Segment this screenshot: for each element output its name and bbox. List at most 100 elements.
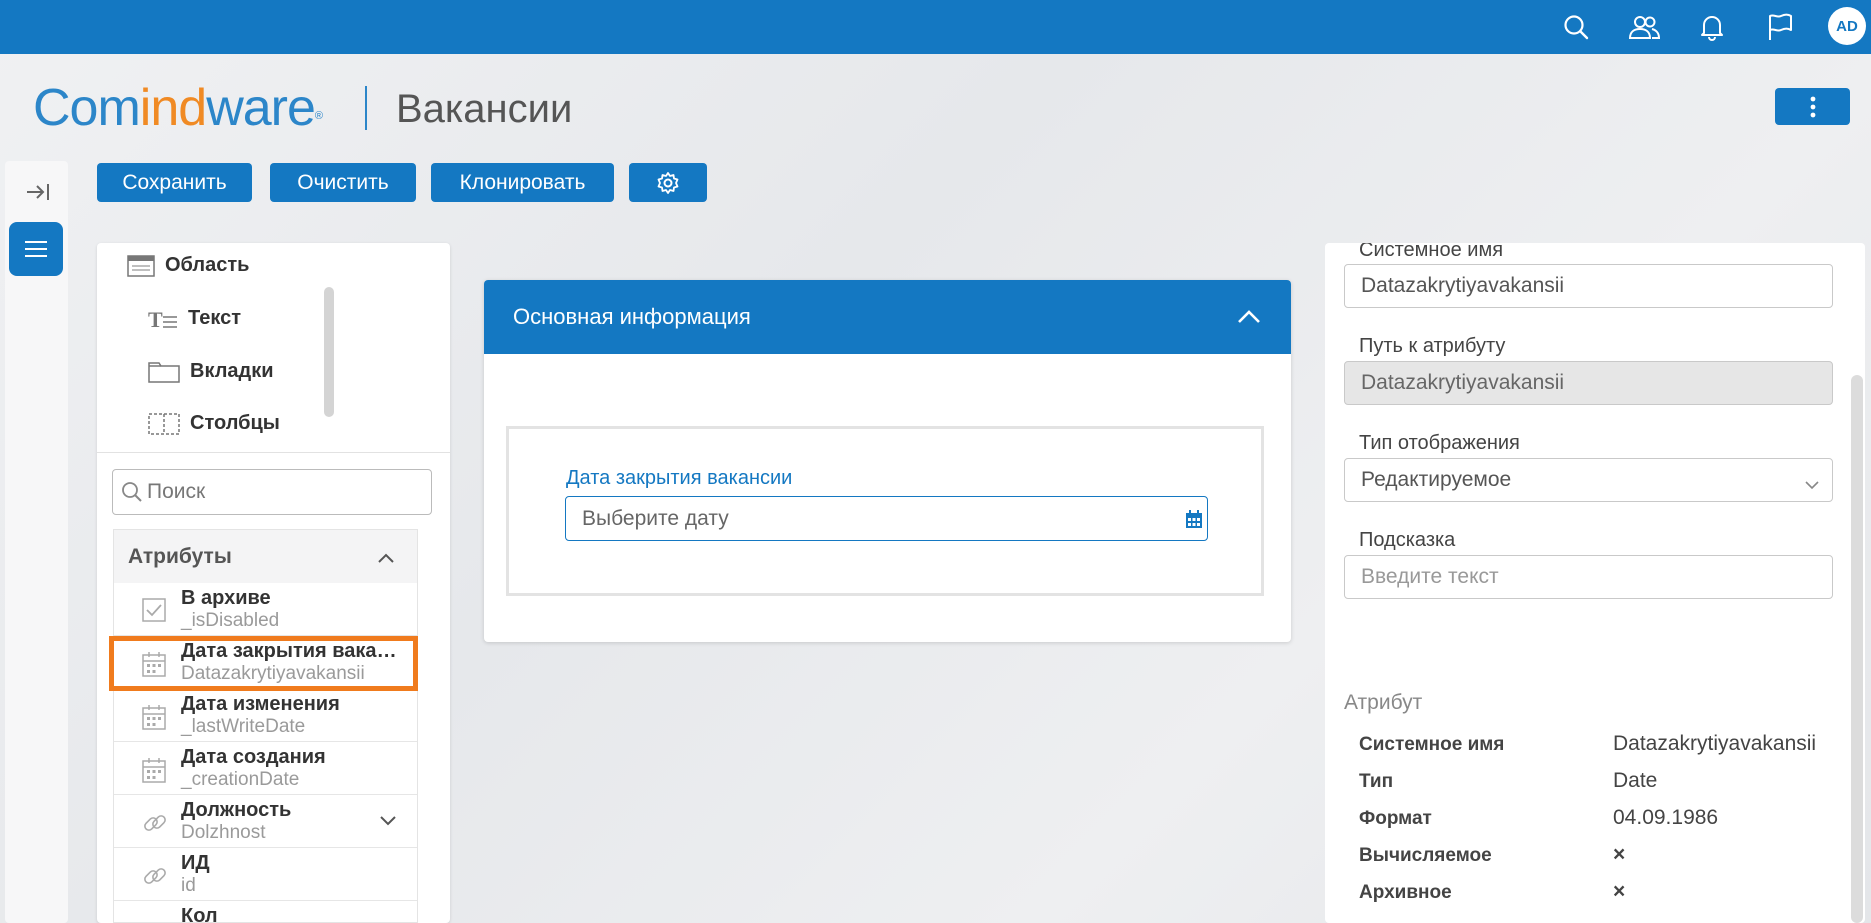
attribute-path-input: Datazakrytiyavakansii [1344, 361, 1833, 405]
palette-divider [97, 452, 450, 453]
menu-button[interactable] [9, 222, 63, 276]
info-key-format: Формат [1359, 808, 1432, 829]
palette-item-columns[interactable]: Столбцы [148, 412, 280, 435]
tabs-icon [148, 359, 180, 383]
link-icon [142, 863, 168, 894]
columns-icon [148, 412, 180, 435]
attributes-title: Атрибуты [128, 544, 232, 568]
logo-text-part2: ind [139, 79, 207, 137]
info-key-type: Тип [1359, 771, 1394, 792]
palette-item-text[interactable]: T Текст [148, 307, 241, 330]
flag-icon[interactable] [1763, 10, 1797, 44]
search-icon [122, 482, 142, 502]
chevron-up-icon[interactable] [1237, 304, 1261, 330]
section-title: Основная информация [513, 304, 751, 329]
header-divider [365, 86, 367, 130]
chevron-down-icon [1804, 473, 1820, 497]
properties-scrollbar[interactable] [1851, 375, 1863, 923]
avatar[interactable]: AD [1828, 7, 1866, 45]
text-icon: T [148, 308, 178, 330]
date-placeholder: Выберите дату [582, 506, 729, 530]
attribute-section-title: Атрибут [1344, 691, 1423, 714]
calendar-icon [142, 704, 166, 735]
attribute-name: Должность [181, 799, 292, 821]
attribute-item-last-write-date[interactable]: Дата изменения _lastWriteDate [114, 689, 417, 742]
info-value-calculated: × [1613, 843, 1626, 866]
bell-icon[interactable] [1695, 10, 1729, 44]
attributes-scrollbar[interactable] [324, 287, 334, 417]
attribute-name: Кол [181, 905, 218, 923]
info-value-format: 04.09.1986 [1613, 806, 1719, 829]
attribute-item-creation-date[interactable]: Дата создания _creationDate [114, 742, 417, 795]
more-options-button[interactable] [1775, 88, 1850, 125]
logo-text-part1: Com [33, 79, 141, 137]
palette-item-label: Вкладки [190, 359, 274, 382]
display-type-select[interactable]: Редактируемое [1344, 458, 1833, 502]
collapse-sidebar-icon[interactable] [23, 177, 53, 207]
gear-icon [657, 171, 679, 194]
info-value-system-name: Datazakrytiyavakansii [1613, 732, 1817, 755]
save-button[interactable]: Сохранить [97, 163, 252, 202]
attribute-search-input[interactable]: Поиск [112, 469, 432, 515]
system-name-input[interactable]: Datazakrytiyavakansii [1344, 264, 1833, 308]
info-key-archived: Архивное [1359, 882, 1452, 903]
attribute-name: Дата закрытия вакансии [181, 640, 401, 662]
palette-item-label: Область [165, 254, 250, 276]
clone-button[interactable]: Клонировать [431, 163, 614, 202]
attribute-item-closing-date[interactable]: Дата закрытия вакансии Datazakrytiyavaka… [114, 636, 417, 689]
page-title: Вакансии [396, 87, 573, 131]
info-value-type: Date [1613, 769, 1658, 792]
left-rail [5, 161, 68, 923]
attribute-system-name: _creationDate [181, 769, 300, 790]
components-palette: Область T Текст Вкладки Столбцы Поиск Ат… [97, 243, 450, 923]
attributes-header[interactable]: Атрибуты [114, 530, 417, 583]
attribute-item-position[interactable]: Должность Dolzhnost [114, 795, 417, 848]
field-label: Дата закрытия вакансии [566, 467, 793, 489]
chevron-down-icon[interactable] [379, 813, 397, 831]
attribute-path-label: Путь к атрибуту [1359, 335, 1506, 357]
display-type-label: Тип отображения [1359, 432, 1520, 454]
attribute-name: Дата изменения [181, 693, 340, 715]
svg-text:T: T [148, 308, 163, 330]
more-vertical-icon [1810, 96, 1815, 117]
attribute-name: В архиве [181, 587, 271, 609]
logo-registered-mark: ® [314, 110, 323, 122]
attribute-system-name: id [181, 875, 196, 896]
search-placeholder: Поиск [147, 480, 206, 503]
form-section-card: Основная информация Дата закрытия ваканс… [484, 280, 1291, 642]
attribute-system-name: _isDisabled [181, 610, 280, 631]
form-field-container[interactable]: Дата закрытия вакансии Выберите дату [506, 426, 1264, 596]
calendar-icon [142, 651, 166, 682]
attribute-name: Дата создания [181, 746, 326, 768]
info-key-system-name: Системное имя [1359, 734, 1505, 755]
checkbox-icon [142, 598, 166, 627]
info-value-archived: × [1613, 880, 1626, 903]
clear-button[interactable]: Очистить [270, 163, 416, 202]
users-icon[interactable] [1627, 10, 1661, 44]
palette-item-area[interactable]: Область [127, 254, 249, 277]
hint-label: Подсказка [1359, 529, 1456, 551]
attributes-list: Атрибуты В архиве _isDisabled Дата закры… [113, 529, 418, 923]
link-icon [142, 810, 168, 841]
properties-panel: Системное имя Datazakrytiyavakansii Путь… [1325, 243, 1865, 923]
attribute-system-name: Dolzhnost [181, 822, 266, 843]
calendar-icon[interactable] [1185, 510, 1203, 535]
chevron-up-icon[interactable] [377, 546, 395, 570]
attribute-item-id[interactable]: ИД id [114, 848, 417, 901]
palette-item-tabs[interactable]: Вкладки [148, 359, 274, 383]
hint-input[interactable]: Введите текст [1344, 555, 1833, 599]
attribute-system-name: Datazakrytiyavakansii [181, 663, 365, 684]
hamburger-icon [25, 241, 47, 257]
section-header[interactable]: Основная информация [484, 280, 1291, 354]
comindware-logo: Comindware® [33, 78, 323, 138]
settings-button[interactable] [629, 163, 707, 202]
system-name-label: Системное имя [1359, 243, 1504, 261]
search-icon[interactable] [1559, 10, 1593, 44]
attribute-item-count[interactable]: Кол [114, 901, 417, 923]
attribute-item-archived[interactable]: В архиве _isDisabled [114, 583, 417, 636]
info-key-calculated: Вычисляемое [1359, 845, 1492, 866]
date-picker-input[interactable]: Выберите дату [565, 496, 1208, 541]
logo-text-part3: ware [206, 79, 316, 137]
area-icon [127, 254, 155, 277]
palette-item-label: Текст [188, 307, 242, 329]
